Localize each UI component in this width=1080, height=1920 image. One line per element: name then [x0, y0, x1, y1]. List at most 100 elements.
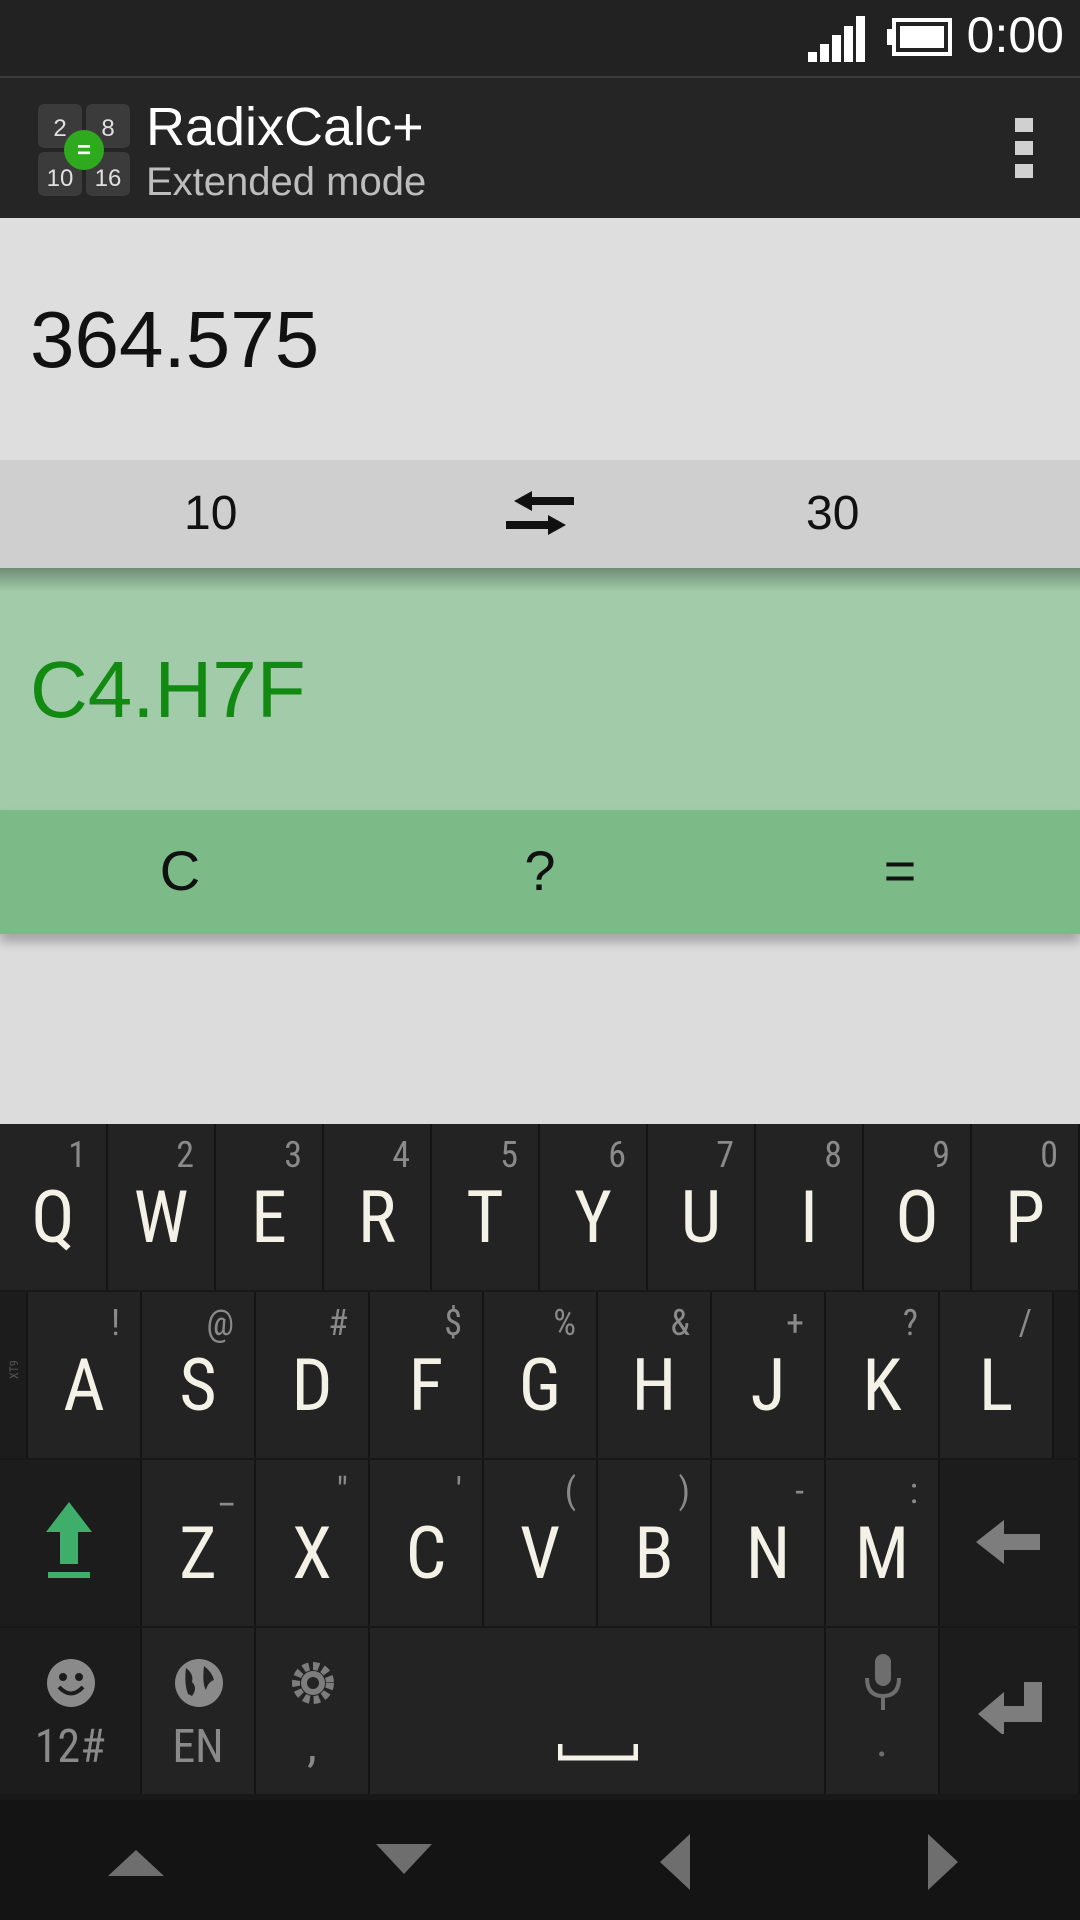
key-w[interactable]: 2W [108, 1124, 216, 1290]
to-radix-button[interactable]: 30 [806, 486, 859, 541]
mode-subtitle: Extended mode [146, 160, 427, 204]
xt9-label: XT9 [7, 1360, 21, 1379]
cursor-down-icon[interactable] [376, 1844, 432, 1874]
shift-key[interactable] [0, 1460, 142, 1626]
cursor-right-icon[interactable] [928, 1834, 958, 1890]
key-label: U [680, 1175, 722, 1260]
symbols-key[interactable]: 12# [0, 1628, 142, 1794]
key-o[interactable]: 9O [864, 1124, 972, 1290]
key-a[interactable]: ! A [28, 1292, 142, 1458]
key-m[interactable]: :M [826, 1460, 940, 1626]
key-d[interactable]: # D [256, 1292, 370, 1458]
key-b[interactable]: ) B [598, 1460, 712, 1626]
key-label: O [895, 1175, 939, 1260]
enter-arrow-icon [978, 1682, 1042, 1734]
result-value: C4.H7F [30, 645, 306, 734]
key-label: I [800, 1175, 818, 1260]
action-bar: 2 8 10 16 = RadixCalc+ Extended mode [0, 76, 1080, 218]
from-radix-button[interactable]: 10 [184, 486, 237, 541]
microphone-icon [865, 1654, 901, 1710]
app-icon-digit: 2 [53, 115, 66, 142]
swap-radix-icon[interactable] [500, 486, 580, 542]
battery-icon [887, 18, 952, 56]
key-label: P [1005, 1175, 1045, 1260]
key-label: M [854, 1511, 910, 1596]
keyboard-edge [1054, 1292, 1080, 1458]
comma-label: , [307, 1716, 317, 1773]
key-y[interactable]: 6Y [540, 1124, 648, 1290]
key-hint: & [670, 1302, 690, 1344]
key-n[interactable]: -N [712, 1460, 826, 1626]
cursor-up-icon[interactable] [108, 1850, 164, 1876]
shift-arrow-icon [46, 1502, 92, 1578]
key-l[interactable]: / L [940, 1292, 1054, 1458]
soft-keyboard: 1Q 2W 3E 4R 5T 6Y 7U 8I 9O 0P ! A @ S # D $… [0, 1124, 1080, 1800]
key-j[interactable]: + J [712, 1292, 826, 1458]
settings-comma-key[interactable]: , [256, 1628, 370, 1794]
key-e[interactable]: 3E [216, 1124, 324, 1290]
key-x[interactable]: " X [256, 1460, 370, 1626]
key-q[interactable]: 1Q [0, 1124, 108, 1290]
key-k[interactable]: ? K [826, 1292, 940, 1458]
keyboard-row-1: 1Q 2W 3E 4R 5T 6Y 7U 8I 9O 0P [0, 1124, 1080, 1292]
key-hint: 6 [608, 1134, 626, 1176]
key-label: Q [31, 1175, 75, 1260]
space-key[interactable] [370, 1628, 826, 1794]
language-key[interactable]: EN [142, 1628, 256, 1794]
radix-selector-bar: 10 30 [0, 460, 1080, 568]
key-label: L [978, 1343, 1014, 1428]
key-hint: 1 [68, 1134, 86, 1176]
mic-period-key[interactable]: . [826, 1628, 940, 1794]
key-hint: ! [111, 1302, 120, 1344]
key-hint: ) [678, 1470, 690, 1512]
key-hint: ' [455, 1470, 462, 1512]
enter-key[interactable] [940, 1628, 1080, 1794]
key-label: W [133, 1175, 189, 1260]
backspace-arrow-icon [976, 1520, 1040, 1564]
help-button[interactable]: ? [480, 838, 600, 903]
key-label: A [63, 1343, 105, 1428]
key-u[interactable]: 7U [648, 1124, 756, 1290]
key-hint: ( [564, 1470, 576, 1512]
keyboard-row-2: ! A @ S # D $ F % G & H + J ? K / L [0, 1292, 1080, 1460]
key-hint: ? [902, 1302, 918, 1344]
key-label: X [292, 1511, 332, 1596]
key-h[interactable]: & H [598, 1292, 712, 1458]
key-hint: + [786, 1302, 804, 1344]
key-c[interactable]: ' C [370, 1460, 484, 1626]
key-hint: 3 [284, 1134, 302, 1176]
key-hint: : [909, 1470, 918, 1512]
app-icon-digit: 16 [95, 165, 122, 192]
key-g[interactable]: % G [484, 1292, 598, 1458]
key-p[interactable]: 0P [972, 1124, 1080, 1290]
key-hint: % [553, 1302, 576, 1344]
key-label: Z [179, 1511, 217, 1596]
key-i[interactable]: 8I [756, 1124, 864, 1290]
backspace-key[interactable] [940, 1460, 1080, 1626]
key-z[interactable]: _ Z [142, 1460, 256, 1626]
calculator-action-bar: C ? = [0, 810, 1080, 934]
gear-icon [292, 1662, 334, 1704]
app-icon-badge: = [77, 137, 91, 164]
key-label: B [634, 1511, 674, 1596]
app-logo-icon: 2 8 10 16 = [38, 104, 130, 196]
key-f[interactable]: $ F [370, 1292, 484, 1458]
key-hint: 0 [1040, 1134, 1058, 1176]
key-label: G [518, 1343, 562, 1428]
key-t[interactable]: 5T [432, 1124, 540, 1290]
key-s[interactable]: @ S [142, 1292, 256, 1458]
space-bar-icon [558, 1744, 638, 1761]
input-display[interactable]: 364.575 [0, 218, 1080, 460]
overflow-menu-icon[interactable] [1012, 118, 1036, 180]
key-hint: 9 [932, 1134, 950, 1176]
cursor-left-icon[interactable] [660, 1834, 690, 1890]
key-label: D [291, 1343, 333, 1428]
key-v[interactable]: (V [484, 1460, 598, 1626]
key-hint: 5 [500, 1134, 518, 1176]
key-label: Y [574, 1175, 612, 1260]
key-hint: " [336, 1470, 348, 1512]
key-hint: 7 [716, 1134, 734, 1176]
equals-button[interactable]: = [840, 838, 960, 903]
clear-button[interactable]: C [120, 838, 240, 903]
key-r[interactable]: 4R [324, 1124, 432, 1290]
